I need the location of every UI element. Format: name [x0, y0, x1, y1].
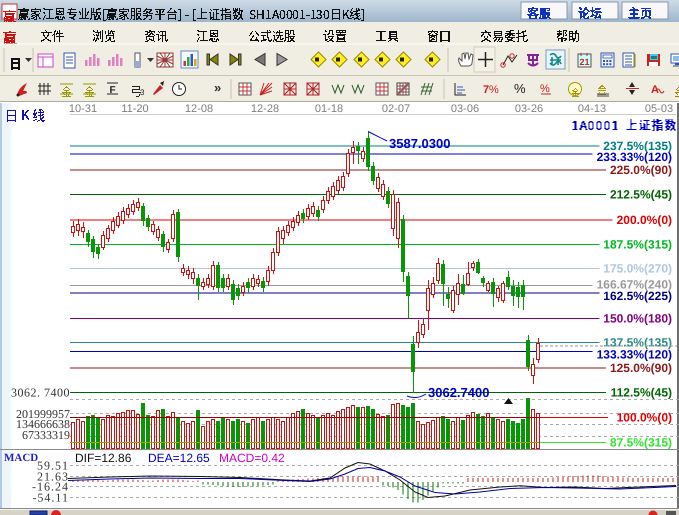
svg-text:DIF=12.86: DIF=12.86 — [75, 451, 132, 465]
svg-text:3: 3 — [140, 88, 145, 97]
svg-text:150.0%(180): 150.0%(180) — [603, 312, 672, 326]
svg-text:233.33%(120): 233.33%(120) — [597, 150, 672, 164]
svg-text:%: % — [540, 83, 550, 95]
svg-text:MACD=0.42: MACD=0.42 — [219, 451, 285, 465]
svg-text:67333319: 67333319 — [22, 428, 70, 442]
svg-text:MACD: MACD — [4, 452, 38, 464]
svg-text:3587.0300: 3587.0300 — [389, 136, 450, 151]
svg-text:225.0%(90): 225.0%(90) — [610, 163, 672, 177]
svg-text:01-18: 01-18 — [315, 103, 343, 115]
svg-text:3062. 7400: 3062. 7400 — [11, 386, 70, 400]
svg-text:»: » — [214, 80, 221, 95]
svg-text:3062.7400: 3062.7400 — [428, 385, 489, 400]
svg-text:12-08: 12-08 — [185, 103, 213, 115]
svg-text:200.0%(0): 200.0%(0) — [617, 213, 672, 227]
svg-text:%: % — [514, 81, 526, 96]
svg-text:212.5%(45): 212.5%(45) — [610, 188, 672, 202]
svg-text:175.0%(270): 175.0%(270) — [603, 262, 672, 276]
svg-text:03-26: 03-26 — [515, 103, 543, 115]
svg-text:162.5%(225): 162.5%(225) — [603, 289, 672, 303]
svg-text:03-06: 03-06 — [451, 103, 479, 115]
svg-text:87.5%(315): 87.5%(315) — [610, 436, 672, 450]
svg-text:-54.11: -54.11 — [32, 491, 69, 505]
svg-text:187.5%(315): 187.5%(315) — [603, 238, 672, 252]
svg-text:133.33%(120): 133.33%(120) — [597, 348, 672, 362]
svg-text:100.0%(0): 100.0%(0) — [617, 411, 672, 425]
svg-text:21: 21 — [579, 57, 589, 67]
svg-text:A: A — [651, 84, 659, 96]
svg-text:12-28: 12-28 — [251, 103, 279, 115]
svg-text:%: % — [489, 84, 499, 96]
svg-text:10-31: 10-31 — [69, 103, 97, 115]
svg-text:11-20: 11-20 — [121, 103, 148, 115]
svg-text:05-03: 05-03 — [645, 103, 673, 115]
svg-text:02-07: 02-07 — [382, 103, 410, 115]
svg-text:125.0%(90): 125.0%(90) — [610, 361, 672, 375]
svg-text:F: F — [109, 85, 115, 96]
svg-text:04-13: 04-13 — [578, 103, 606, 115]
svg-text:DEA=12.65: DEA=12.65 — [148, 451, 210, 465]
svg-text:112.5%(45): 112.5%(45) — [611, 386, 672, 400]
